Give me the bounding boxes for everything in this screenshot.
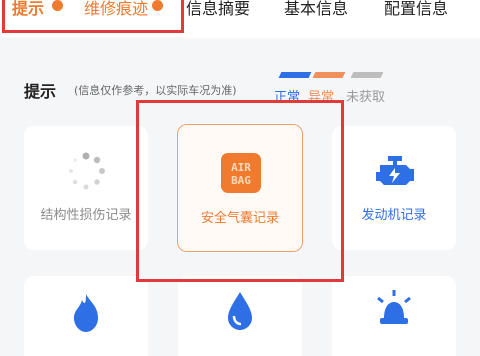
card-light-record[interactable] [332, 276, 456, 356]
card-structural-damage[interactable]: 结构性损伤记录 [24, 126, 148, 250]
tab-label: 配置信息 [384, 0, 449, 18]
card-label: 发动机记录 [361, 208, 427, 223]
water-drop-icon [228, 292, 252, 330]
engine-icon [376, 156, 414, 185]
legend-label: 未获取 [346, 90, 386, 105]
tab-config-info[interactable]: 配置信息 [384, 0, 448, 22]
card-water-record[interactable] [178, 276, 302, 356]
legend-bar-normal [278, 72, 312, 78]
loading-spinner-icon [69, 152, 105, 190]
tab-label: 基本信息 [284, 0, 349, 18]
section-note: (信息仅作参考，以实际车况为准) [74, 84, 237, 97]
highlight-box-tabs [2, 0, 184, 33]
tab-label: 信息摘要 [186, 0, 251, 18]
card-engine-record[interactable]: 发动机记录 [332, 126, 456, 250]
fire-icon [74, 294, 98, 332]
legend-bar-unavailable [350, 72, 384, 78]
light-bulb-icon [377, 290, 411, 324]
highlight-box-airbag [136, 100, 344, 282]
section-title: 提示 [24, 82, 57, 101]
tab-info-summary[interactable]: 信息摘要 [186, 0, 250, 22]
legend-bar-abnormal [312, 72, 346, 78]
card-label: 结构性损伤记录 [40, 208, 132, 223]
tab-basic-info[interactable]: 基本信息 [284, 0, 348, 22]
card-fire-record[interactable] [24, 276, 148, 356]
